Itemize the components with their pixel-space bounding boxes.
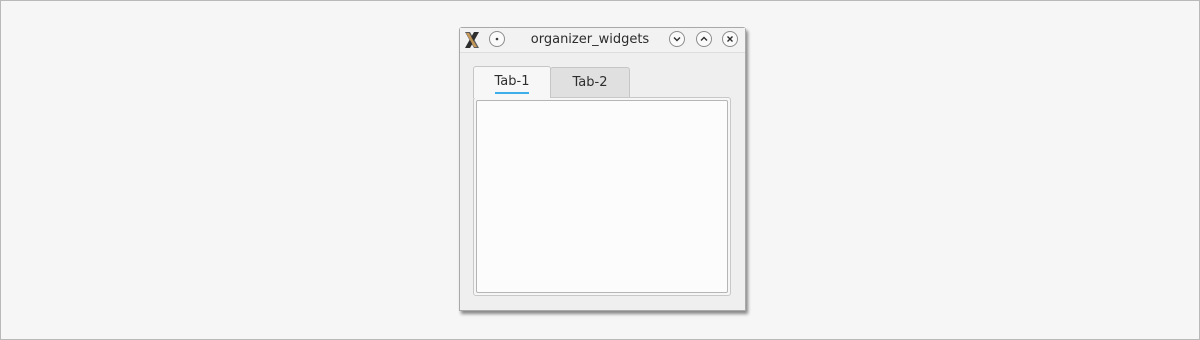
x-app-icon[interactable]: [462, 30, 482, 50]
close-icon: [727, 36, 733, 42]
tab-1[interactable]: Tab-1: [473, 66, 551, 98]
close-button[interactable]: [722, 31, 738, 47]
minimize-button[interactable]: [669, 31, 685, 47]
title-bar[interactable]: organizer_widgets: [460, 28, 745, 53]
chevron-down-icon: [673, 37, 681, 42]
maximize-button[interactable]: [696, 31, 712, 47]
tab-2-label: Tab-2: [572, 75, 608, 90]
tab-panel: [473, 97, 731, 296]
window-menu-icon: [495, 37, 499, 41]
window-title: organizer_widgets: [530, 32, 650, 47]
app-window: organizer_widgets Tab-1 Tab-2: [459, 27, 746, 311]
tab-1-label: Tab-1: [494, 74, 530, 94]
tab-2[interactable]: Tab-2: [550, 67, 630, 98]
chevron-up-icon: [700, 36, 708, 41]
window-menu-button[interactable]: [489, 31, 505, 47]
tab-content-area: [476, 100, 728, 293]
